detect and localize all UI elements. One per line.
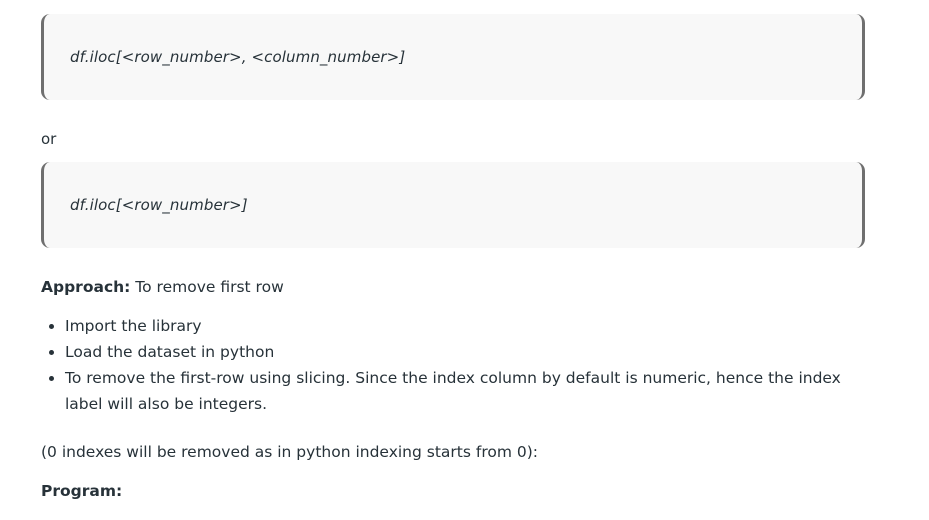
code-block: df.iloc[<row_number>, <column_number>] — [41, 14, 865, 100]
note-paragraph: (0 indexes will be removed as in python … — [41, 443, 538, 461]
list-item: Load the dataset in python — [65, 339, 865, 365]
list-item: Import the library — [65, 313, 865, 339]
approach-text: To remove first row — [130, 278, 284, 296]
list-item: To remove the first-row using slicing. S… — [65, 365, 865, 417]
program-heading: Program: — [41, 482, 123, 500]
code-text: df.iloc[<row_number>] — [70, 196, 248, 214]
approach-paragraph: Approach: To remove first row — [41, 278, 284, 296]
steps-list: Import the library Load the dataset in p… — [41, 313, 865, 417]
approach-label: Approach: — [41, 278, 131, 296]
code-block: df.iloc[<row_number>] — [41, 162, 865, 248]
code-text: df.iloc[<row_number>, <column_number>] — [70, 48, 406, 66]
or-text: or — [41, 130, 57, 148]
